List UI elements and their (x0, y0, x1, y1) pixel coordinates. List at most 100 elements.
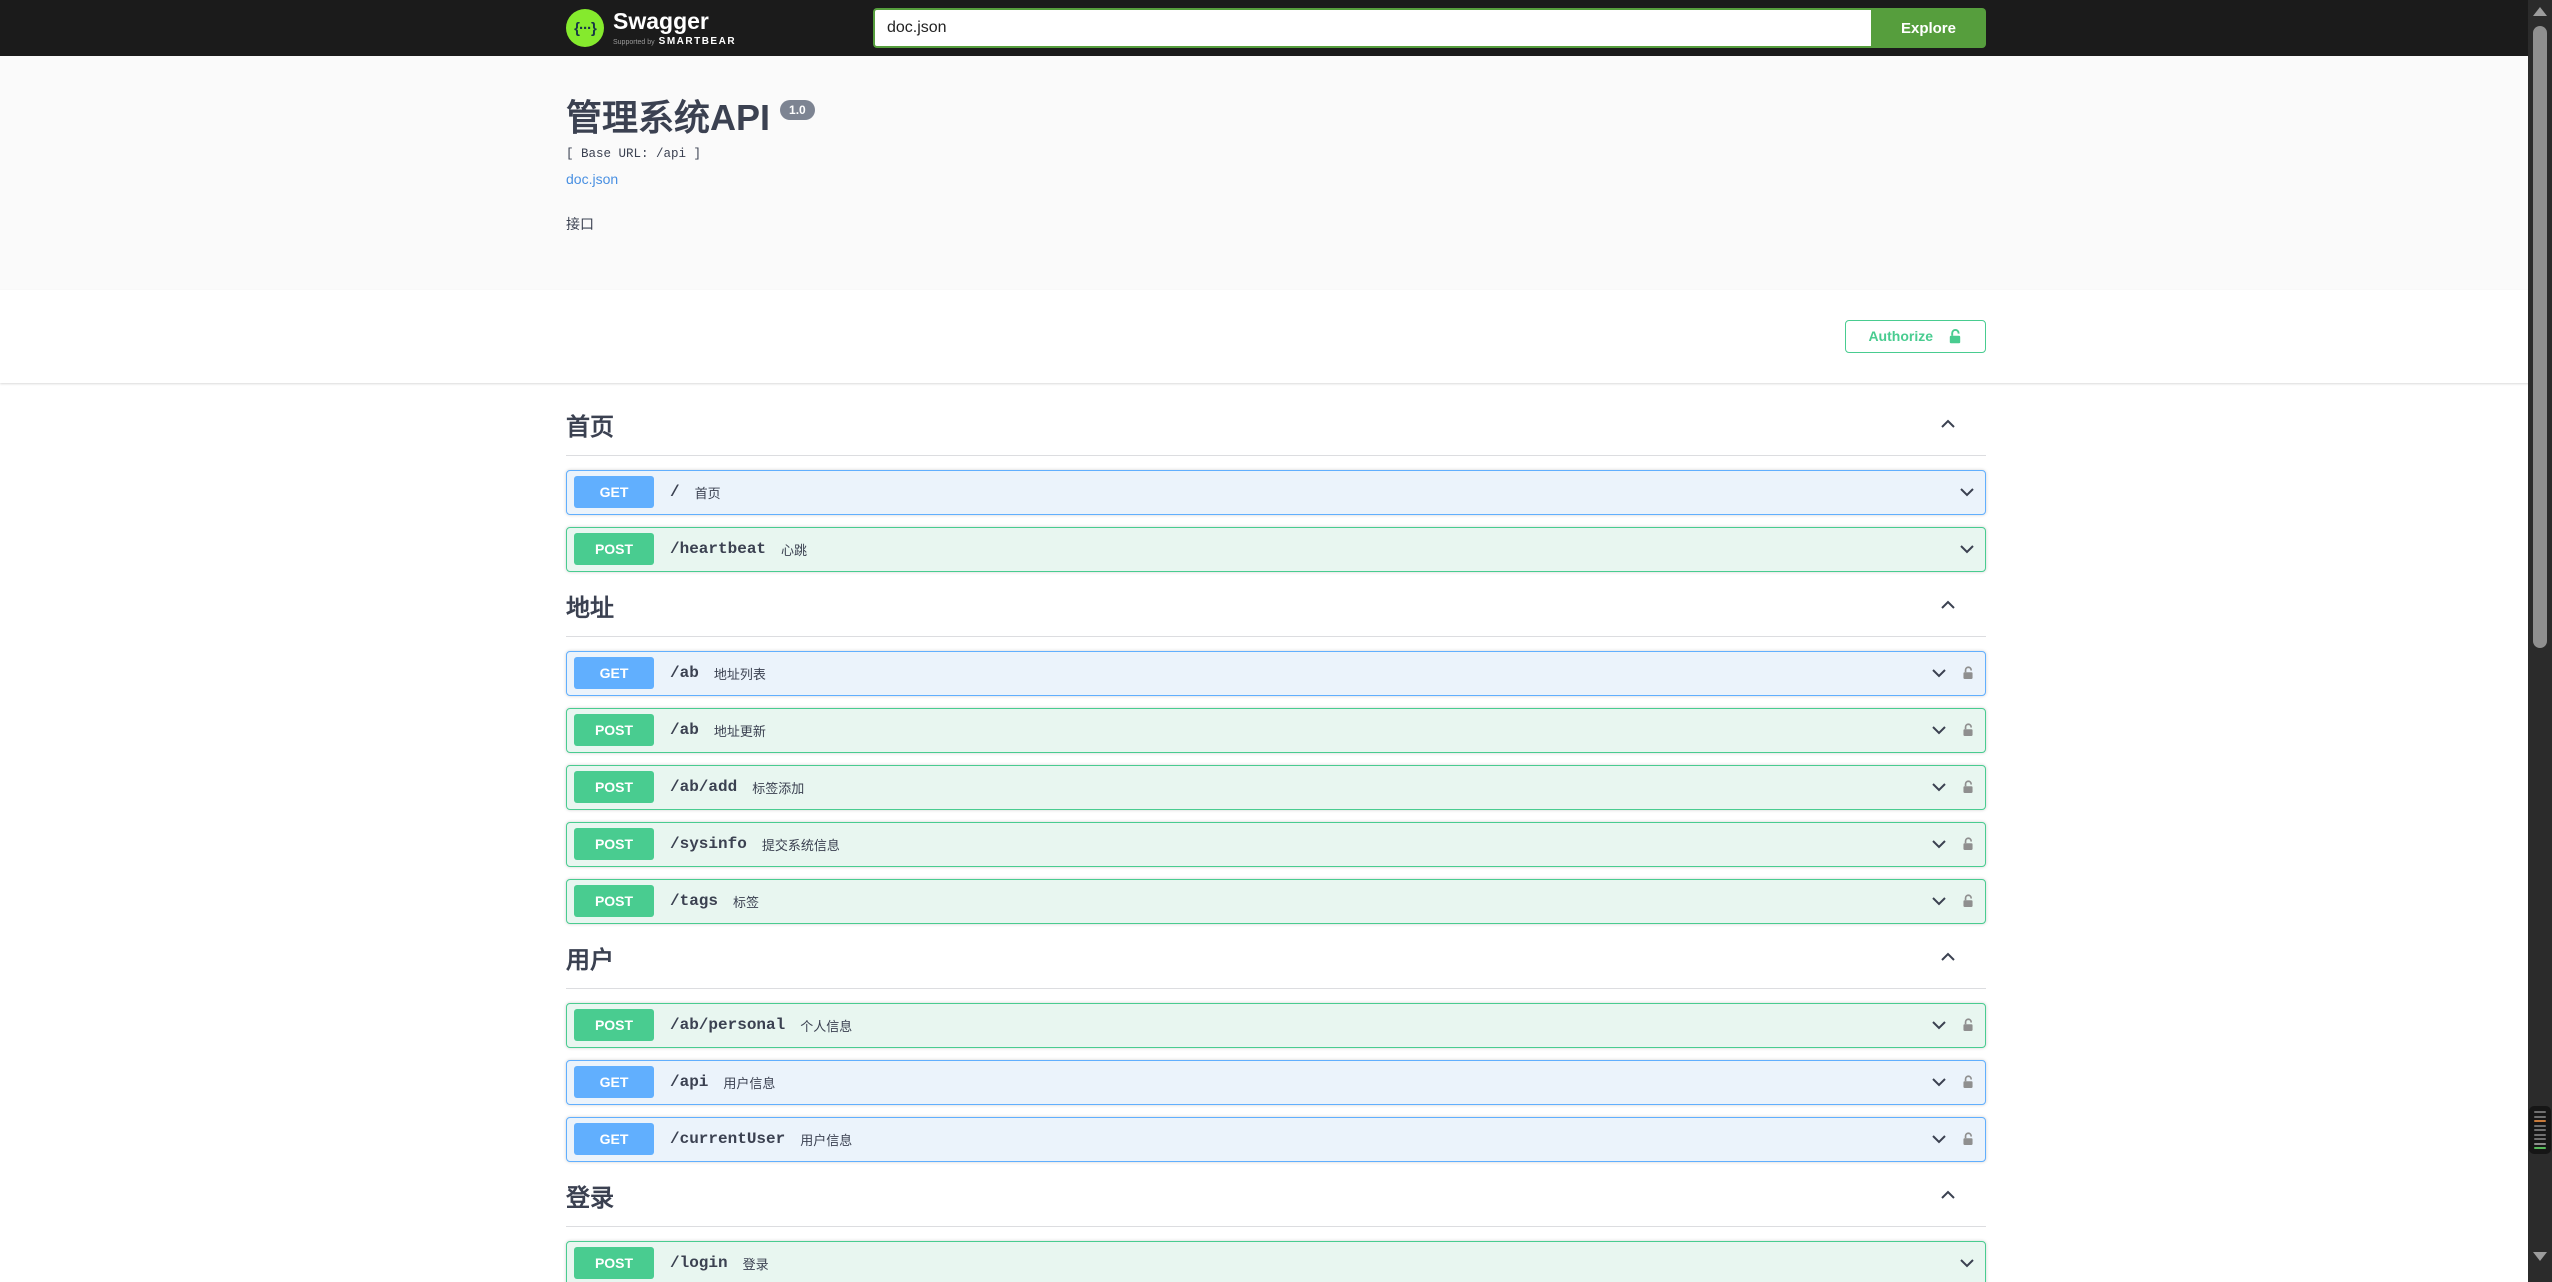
operation-row[interactable]: POST /ab/add 标签添加 (566, 764, 1986, 810)
scrollbar-thumb[interactable] (2533, 26, 2547, 648)
collapse-section-icon[interactable] (1940, 949, 1956, 965)
scroll-up-icon[interactable] (2533, 7, 2547, 16)
method-badge: GET (574, 1066, 654, 1099)
operation-path: / (670, 483, 680, 502)
topbar: {···} Swagger Supported by SMARTBEAR Exp… (0, 0, 2552, 56)
operation-row[interactable]: POST /ab/personal 个人信息 (566, 1002, 1986, 1048)
spec-url-input[interactable] (872, 8, 1871, 48)
authorize-button[interactable]: Authorize (1845, 319, 1986, 353)
tag-section: 地址 GET /ab 地址列表 POST /ab 地址更新 POST /ab/a… (566, 588, 1986, 924)
method-badge: POST (574, 1247, 654, 1280)
chevron-down-icon[interactable] (1959, 1255, 1975, 1271)
method-badge: POST (574, 533, 654, 566)
tag-section-header[interactable]: 首页 (566, 407, 1986, 456)
operation-summary: 标签添加 (752, 780, 805, 796)
lock-open-icon[interactable] (1961, 1074, 1975, 1090)
chevron-down-icon[interactable] (1931, 665, 1947, 681)
supported-by-label: Supported by (613, 38, 655, 46)
lock-open-icon[interactable] (1961, 1131, 1975, 1147)
tag-section-title: 首页 (566, 413, 614, 441)
tag-section-header[interactable]: 登录 (566, 1178, 1986, 1227)
operation-row[interactable]: POST /ab 地址更新 (566, 707, 1986, 753)
chevron-down-icon[interactable] (1931, 779, 1947, 795)
lock-open-icon[interactable] (1961, 779, 1975, 795)
lock-open-icon[interactable] (1961, 836, 1975, 852)
operation-path: /login (670, 1254, 728, 1273)
operation-row[interactable]: POST /sysinfo 提交系统信息 (566, 821, 1986, 867)
scroll-down-icon[interactable] (2533, 1252, 2547, 1261)
chevron-down-icon[interactable] (1931, 893, 1947, 909)
method-badge: POST (574, 1009, 654, 1042)
tag-section-title: 登录 (566, 1184, 614, 1212)
operation-row[interactable]: POST /login 登录 (566, 1240, 1986, 1282)
operation-summary: 登录 (742, 1256, 769, 1272)
operation-summary: 首页 (694, 485, 721, 501)
method-badge: POST (574, 828, 654, 861)
lock-open-icon[interactable] (1961, 1017, 1975, 1033)
method-badge: GET (574, 1123, 654, 1156)
version-badge: 1.0 (780, 100, 815, 120)
base-url-label: [ Base URL: /api ] (566, 146, 702, 161)
api-description: 接口 (566, 215, 594, 232)
operation-row[interactable]: POST /heartbeat 心跳 (566, 526, 1986, 572)
method-badge: POST (574, 771, 654, 804)
chevron-down-icon[interactable] (1931, 836, 1947, 852)
method-badge: POST (574, 885, 654, 918)
operation-summary: 用户信息 (723, 1075, 776, 1091)
operation-path: /tags (670, 892, 719, 911)
operations-list: 首页 GET / 首页 POST /heartbeat 心跳 地址 GET /a… (546, 383, 2006, 1282)
tag-section: 用户 POST /ab/personal 个人信息 GET /api 用户信息 (566, 940, 1986, 1162)
operation-path: /api (670, 1073, 709, 1092)
lock-open-icon (1949, 328, 1961, 343)
scheme-container: Authorize (0, 289, 2552, 383)
chevron-down-icon[interactable] (1959, 484, 1975, 500)
authorize-button-label: Authorize (1868, 328, 1933, 345)
swagger-logo: {···} Swagger Supported by SMARTBEAR (566, 9, 736, 47)
operation-row[interactable]: GET /ab 地址列表 (566, 650, 1986, 696)
operation-row[interactable]: GET /api 用户信息 (566, 1059, 1986, 1105)
operation-summary: 地址更新 (713, 723, 766, 739)
swagger-logo-icon: {···} (566, 9, 604, 47)
operation-summary: 用户信息 (800, 1132, 853, 1148)
tag-section-header[interactable]: 用户 (566, 940, 1986, 989)
lock-open-icon[interactable] (1961, 665, 1975, 681)
lock-open-icon[interactable] (1961, 893, 1975, 909)
tag-section: 首页 GET / 首页 POST /heartbeat 心跳 (566, 407, 1986, 572)
collapse-section-icon[interactable] (1940, 597, 1956, 613)
operation-path: /ab/add (670, 778, 738, 797)
spec-json-link[interactable]: doc.json (566, 171, 618, 187)
operation-summary: 地址列表 (713, 666, 766, 682)
chevron-down-icon[interactable] (1931, 1131, 1947, 1147)
method-badge: GET (574, 476, 654, 509)
tag-section-title: 地址 (566, 594, 614, 622)
collapse-section-icon[interactable] (1940, 1187, 1956, 1203)
operation-path: /ab (670, 664, 699, 683)
collapse-section-icon[interactable] (1940, 416, 1956, 432)
operation-row[interactable]: POST /tags 标签 (566, 878, 1986, 924)
chevron-down-icon[interactable] (1931, 1074, 1947, 1090)
scroll-minimap[interactable] (2529, 1106, 2551, 1154)
tag-section-header[interactable]: 地址 (566, 588, 1986, 637)
smartbear-label: SMARTBEAR (658, 35, 737, 47)
operation-row[interactable]: GET / 首页 (566, 469, 1986, 515)
operation-path: /currentUser (670, 1130, 786, 1149)
lock-open-icon[interactable] (1961, 722, 1975, 738)
operation-summary: 标签 (733, 894, 760, 910)
operation-path: /ab/personal (670, 1016, 786, 1035)
operation-summary: 心跳 (781, 542, 808, 558)
method-badge: GET (574, 657, 654, 690)
method-badge: POST (574, 714, 654, 747)
page-scrollbar[interactable] (2528, 0, 2552, 1282)
tag-section: 登录 POST /login 登录 POST /loginstatus 登录状态 (566, 1178, 1986, 1282)
spec-url-bar: Explore (872, 8, 1986, 48)
information-container: 管理系统API 1.0 [ Base URL: /api ] doc.json … (0, 56, 2552, 290)
chevron-down-icon[interactable] (1931, 722, 1947, 738)
operation-path: /sysinfo (670, 835, 747, 854)
explore-button[interactable]: Explore (1870, 8, 1986, 48)
chevron-down-icon[interactable] (1959, 541, 1975, 557)
swagger-logo-text: Swagger (613, 7, 709, 34)
operation-summary: 提交系统信息 (761, 837, 840, 853)
operation-path: /ab (670, 721, 699, 740)
chevron-down-icon[interactable] (1931, 1017, 1947, 1033)
operation-row[interactable]: GET /currentUser 用户信息 (566, 1116, 1986, 1162)
